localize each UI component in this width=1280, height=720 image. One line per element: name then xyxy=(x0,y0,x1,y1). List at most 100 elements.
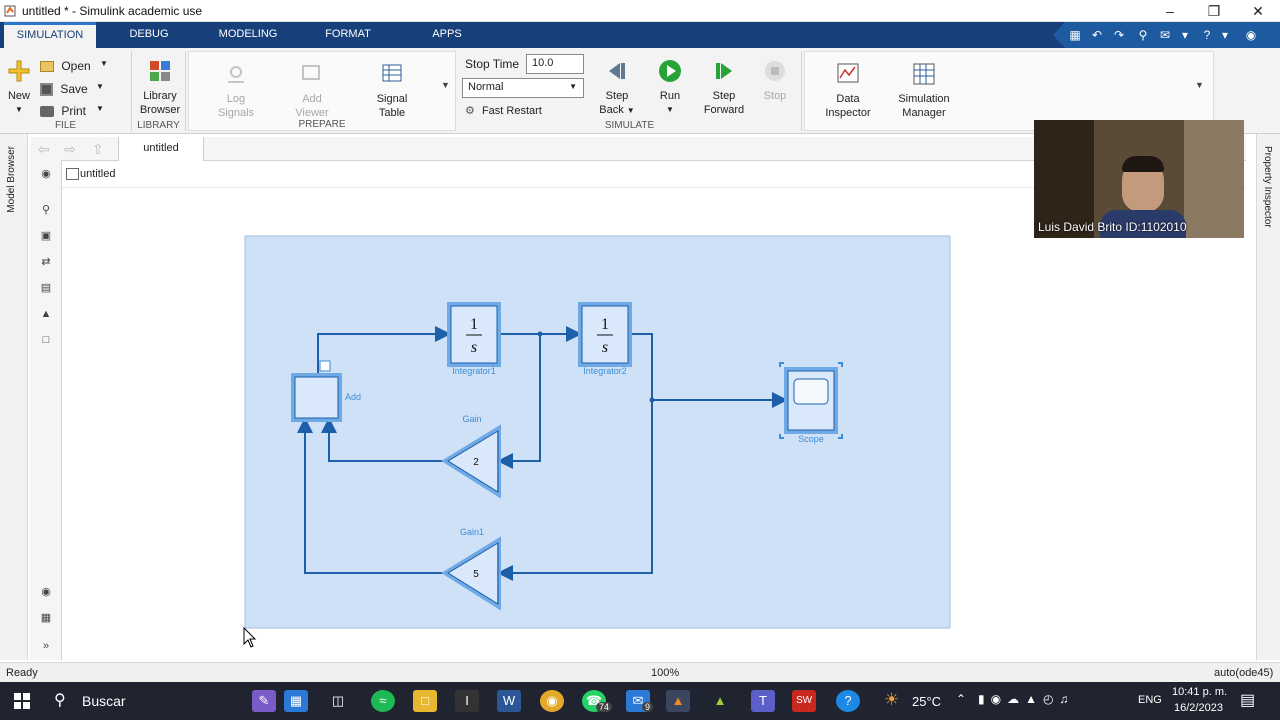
notification-icon[interactable]: ▤ xyxy=(1240,690,1255,710)
windows-start-icon[interactable] xyxy=(14,693,30,709)
undo-icon[interactable]: ↶ xyxy=(1089,27,1105,43)
run-button[interactable]: Run ▼ xyxy=(648,59,692,117)
tab-modeling[interactable]: MODELING xyxy=(208,22,288,48)
stop-time-input[interactable]: 10.0 xyxy=(526,54,584,74)
save-button[interactable]: Save ▼ xyxy=(40,82,120,97)
clock-time[interactable]: 10:41 p. m. xyxy=(1172,686,1227,698)
word-icon[interactable]: W xyxy=(497,690,521,712)
log-signals-button[interactable]: Log Signals xyxy=(209,62,263,120)
help-app-icon[interactable]: ? xyxy=(836,690,860,712)
taskbar-search-icon[interactable]: ⚲ xyxy=(54,690,66,710)
fast-restart-button[interactable]: ⚙ Fast Restart xyxy=(465,104,542,117)
tab-debug[interactable]: DEBUG xyxy=(114,22,184,48)
new-label: New xyxy=(7,90,30,102)
gain-label: Gain xyxy=(462,414,481,424)
task-view-icon[interactable]: ◫ xyxy=(326,690,350,712)
data-inspector-icon xyxy=(837,63,859,83)
explorer-bar-icon[interactable]: ▦ xyxy=(37,610,55,626)
step-back-label-1: Step xyxy=(605,90,629,102)
app-triangle-icon[interactable]: ▲ xyxy=(708,690,732,712)
integrator1-num: 1 xyxy=(470,316,478,333)
property-inspector-tab[interactable]: Property Inspector xyxy=(1262,146,1273,228)
tray-chevron-icon[interactable]: ⌃ xyxy=(956,692,966,706)
camera-icon[interactable]: ◉ xyxy=(37,584,55,600)
simulation-manager-button[interactable]: Simulation Manager xyxy=(893,62,955,120)
model-canvas[interactable]: Add 1 s Integrator1 1 s Integrator2 2 Ga… xyxy=(62,189,1246,660)
chevron-down-icon: ▼ xyxy=(96,82,104,91)
matlab-icon[interactable]: ▲ xyxy=(666,690,690,712)
print-button[interactable]: Print ▼ xyxy=(40,104,120,118)
forward-arrow-icon[interactable]: ⇨ xyxy=(64,141,76,158)
webcam-curtain xyxy=(1184,120,1244,238)
log-label-2: Signals xyxy=(217,107,255,119)
notify-icon[interactable]: ▾ xyxy=(1177,27,1193,43)
chrome-icon[interactable]: ◉ xyxy=(540,690,564,712)
app-icon[interactable]: I xyxy=(455,690,479,712)
language-indicator[interactable]: ENG xyxy=(1138,694,1162,706)
weather-temp[interactable]: 25°C xyxy=(912,694,941,709)
close-button[interactable]: ✕ xyxy=(1236,0,1280,22)
integrator2-den: s xyxy=(602,339,608,356)
add-viewer-button[interactable]: Add Viewer xyxy=(285,62,339,120)
status-bar: Ready 100% auto(ode45) xyxy=(0,662,1280,682)
hide-show-icon[interactable]: ◉ xyxy=(37,166,55,182)
printer-icon xyxy=(40,106,54,118)
save-icon[interactable]: ▦ xyxy=(1067,27,1083,43)
zoom-icon[interactable]: ⚲ xyxy=(37,202,55,218)
search-highlight-bottle-icon[interactable]: ▦ xyxy=(284,690,308,712)
library-browser-button[interactable]: Library Browser xyxy=(136,59,184,117)
prepare-expand-icon[interactable]: ▼ xyxy=(441,80,450,90)
open-label: Open xyxy=(61,59,91,73)
tab-apps[interactable]: APPS xyxy=(412,22,482,48)
step-forward-button[interactable]: Step Forward xyxy=(698,59,750,117)
community-icon[interactable]: ✉ xyxy=(1157,27,1173,43)
minimize-toolstrip-icon[interactable]: ◉ xyxy=(1243,27,1259,43)
signal-table-button[interactable]: Signal Table xyxy=(365,62,419,120)
area-icon[interactable]: □ xyxy=(37,332,55,348)
teams-icon[interactable]: T xyxy=(751,690,775,712)
restore-button[interactable]: ❐ xyxy=(1192,0,1236,22)
minimize-button[interactable]: – xyxy=(1148,0,1192,22)
chevron-down-icon: ▼ xyxy=(96,104,104,113)
open-button[interactable]: Open ▼ xyxy=(40,59,120,73)
branch-point xyxy=(537,331,543,337)
add-label: Add xyxy=(345,392,361,402)
data-inspector-button[interactable]: Data Inspector xyxy=(817,62,879,120)
fit-view-icon[interactable]: ▣ xyxy=(37,228,55,244)
breadcrumb-model[interactable]: untitled xyxy=(80,168,115,180)
taskbar-search-label[interactable]: Buscar xyxy=(82,693,126,709)
stop-button[interactable]: Stop xyxy=(758,59,792,103)
solidworks-icon[interactable]: SW xyxy=(792,690,816,712)
clock-date[interactable]: 16/2/2023 xyxy=(1174,702,1223,714)
connect-arrow-icon[interactable]: ⇄ xyxy=(37,254,55,270)
help-icon[interactable]: ? xyxy=(1199,27,1215,43)
model-browser-tab[interactable]: Model Browser xyxy=(6,146,17,213)
up-arrow-icon[interactable]: ⇧ xyxy=(92,141,104,158)
tray-icons[interactable]: ▮◉☁▲◴♫ xyxy=(978,692,1074,706)
windows-taskbar: ⚲ Buscar ✎ ▦ ◫ ≈ □ I W ◉ ☎ 74 ✉ 9 ▲ ▲ T … xyxy=(0,682,1280,720)
solver-status[interactable]: auto(ode45) xyxy=(1214,667,1273,679)
image-icon[interactable]: ▲ xyxy=(37,306,55,322)
tab-untitled[interactable]: untitled xyxy=(118,137,204,161)
help-menu-icon[interactable]: ▾ xyxy=(1217,27,1233,43)
expand-icon[interactable]: » xyxy=(37,638,55,654)
review-expand-icon[interactable]: ▼ xyxy=(1195,80,1204,90)
annotation-icon[interactable]: ▤ xyxy=(37,280,55,296)
simulation-manager-icon xyxy=(913,63,935,85)
step-forward-label-2: Forward xyxy=(703,104,745,116)
chevron-down-icon: ▼ xyxy=(569,82,577,91)
prepare-section: Log Signals Add Viewer Signal Table ▼ PR… xyxy=(188,51,456,131)
step-back-button[interactable]: Step Back ▼ xyxy=(594,59,640,118)
spotify-icon[interactable]: ≈ xyxy=(371,690,395,712)
simulation-mode-select[interactable]: Normal ▼ xyxy=(462,78,584,98)
tab-format[interactable]: FORMAT xyxy=(312,22,384,48)
file-explorer-icon[interactable]: □ xyxy=(413,690,437,712)
redo-icon[interactable]: ↷ xyxy=(1111,27,1127,43)
back-arrow-icon[interactable]: ⇦ xyxy=(38,141,50,158)
tab-simulation[interactable]: SIMULATION xyxy=(4,22,96,48)
simulation-mode-value: Normal xyxy=(468,81,504,93)
search-highlight-icon[interactable]: ✎ xyxy=(252,690,276,712)
new-button[interactable]: New ▼ xyxy=(4,59,34,117)
window-title: untitled * - Simulink academic use xyxy=(22,4,203,18)
search-icon[interactable]: ⚲ xyxy=(1135,27,1151,43)
